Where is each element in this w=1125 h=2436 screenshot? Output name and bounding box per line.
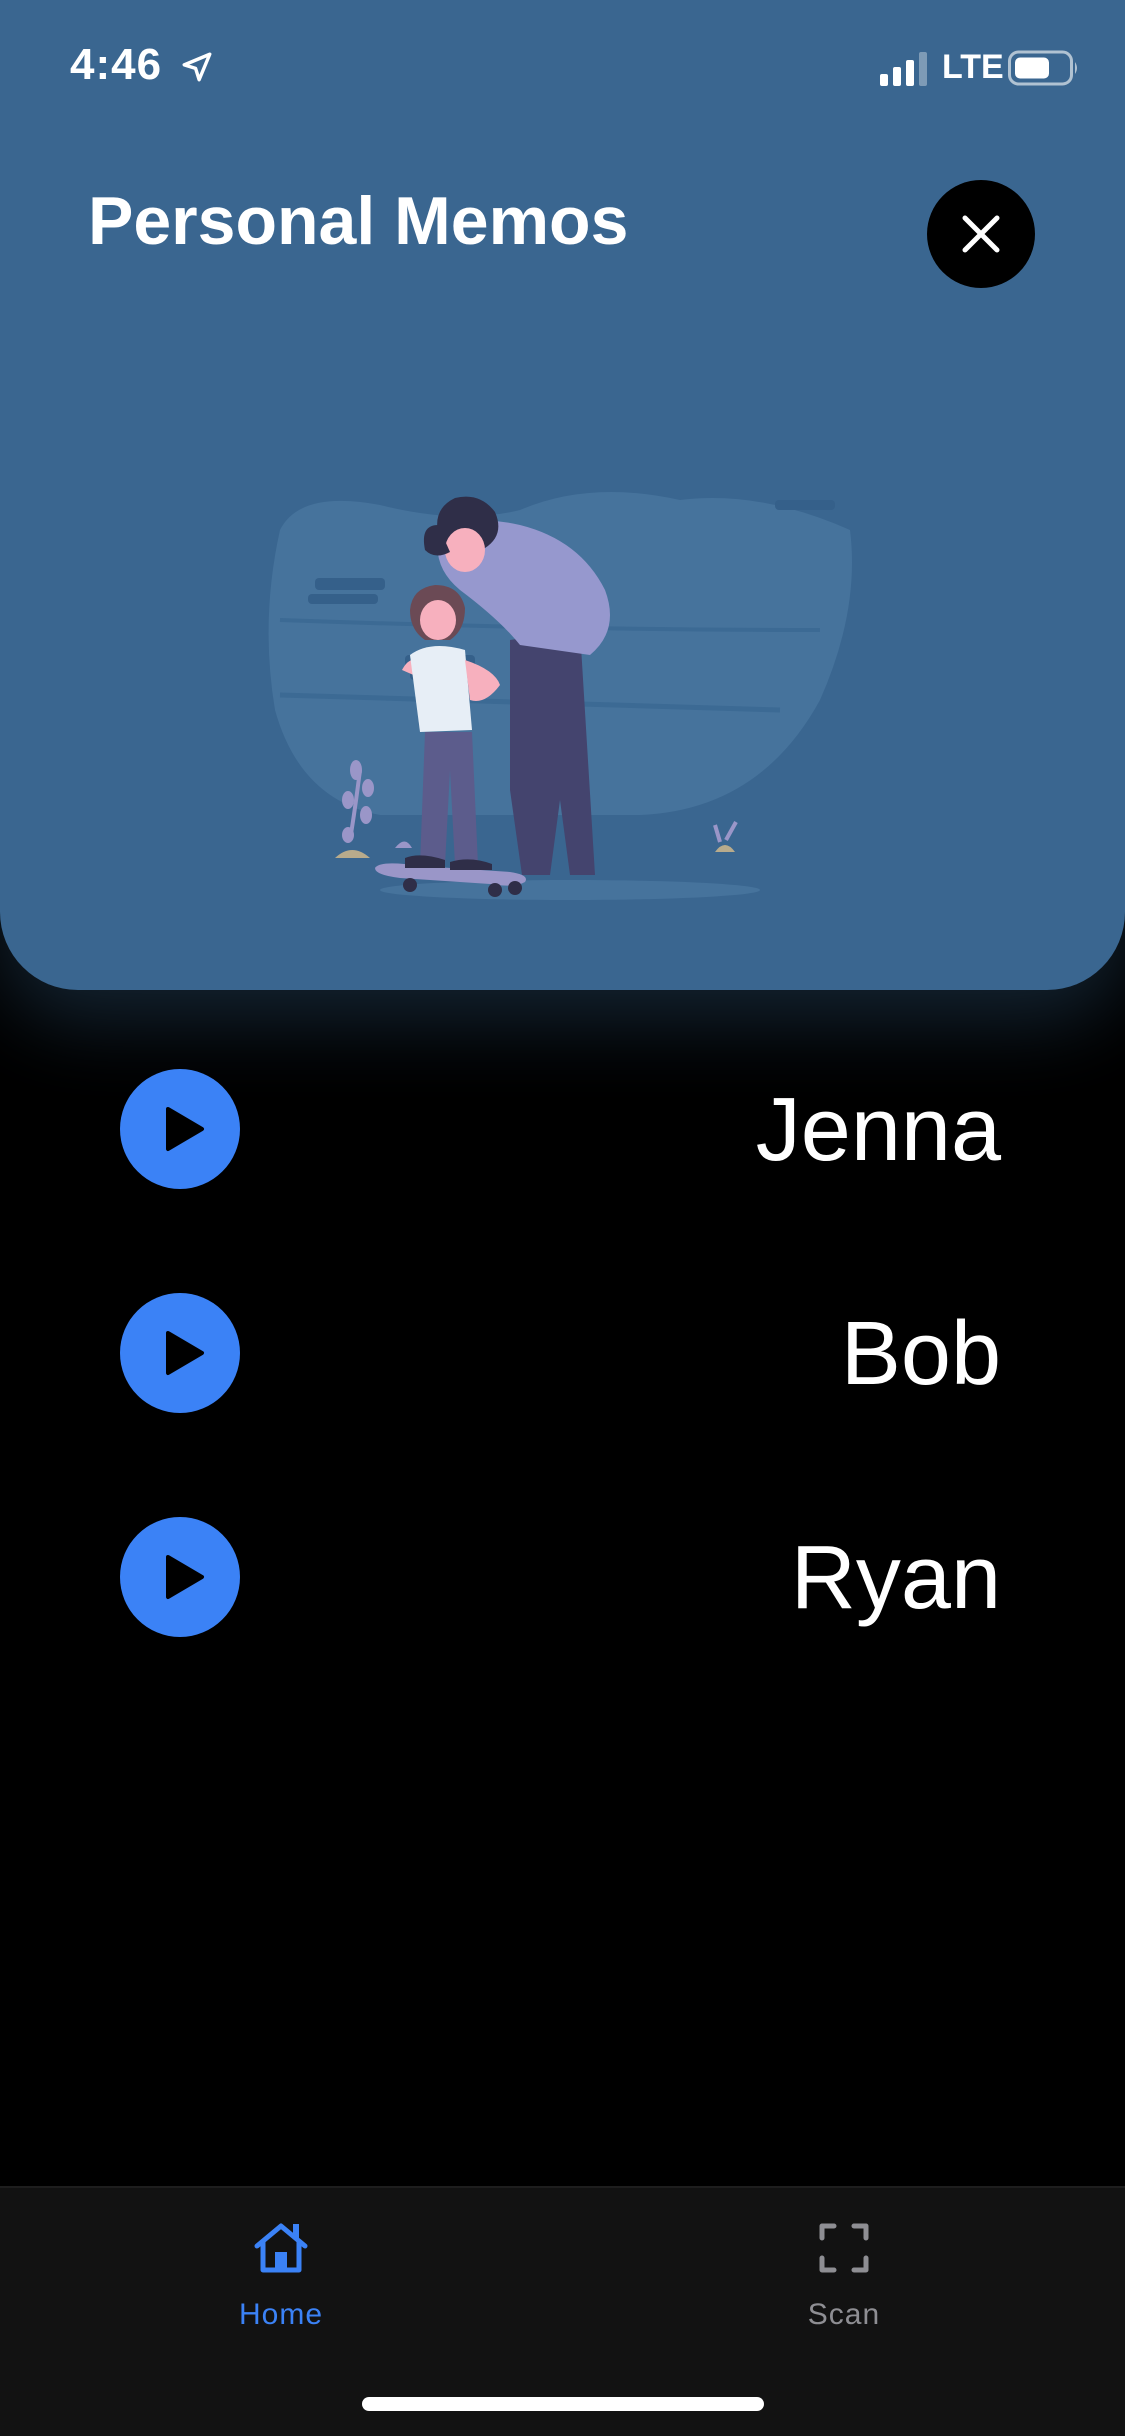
memo-name: Ryan (790, 1528, 1001, 1628)
header-card: 4:46 LTE Personal Memos (0, 0, 1125, 990)
scan-icon (819, 2223, 869, 2273)
memo-name: Bob (840, 1304, 1001, 1404)
list-item[interactable]: Jenna (0, 1055, 1125, 1279)
home-indicator (362, 2397, 764, 2411)
play-icon (166, 1107, 204, 1151)
battery-icon (1008, 50, 1077, 86)
tab-label-scan: Scan (807, 2298, 881, 2331)
close-icon (962, 215, 1000, 253)
home-icon (254, 2223, 308, 2273)
cellular-signal-icon (880, 52, 927, 86)
play-icon (166, 1555, 204, 1599)
parent-child-skateboard-illustration (268, 492, 853, 900)
page-title: Personal Memos (88, 183, 629, 259)
list-item[interactable]: Ryan (0, 1503, 1125, 1727)
tab-home[interactable]: Home (161, 2218, 401, 2358)
status-time: 4:46 (70, 40, 163, 89)
close-button[interactable] (927, 180, 1035, 288)
network-type: LTE (942, 48, 1004, 86)
play-button[interactable] (120, 1517, 240, 1637)
memo-name: Jenna (755, 1080, 1001, 1180)
play-button[interactable] (120, 1293, 240, 1413)
tab-scan[interactable]: Scan (724, 2218, 964, 2358)
location-arrow-icon (182, 52, 212, 82)
list-item[interactable]: Bob (0, 1279, 1125, 1503)
status-bar: 4:46 LTE (0, 0, 1125, 130)
play-icon (166, 1331, 204, 1375)
play-button[interactable] (120, 1069, 240, 1189)
app-screen: 4:46 LTE Personal Memos Jenna Bob Ryan H… (0, 0, 1125, 2436)
memo-list: Jenna Bob Ryan (0, 1055, 1125, 1727)
tab-label-home: Home (238, 2298, 324, 2331)
